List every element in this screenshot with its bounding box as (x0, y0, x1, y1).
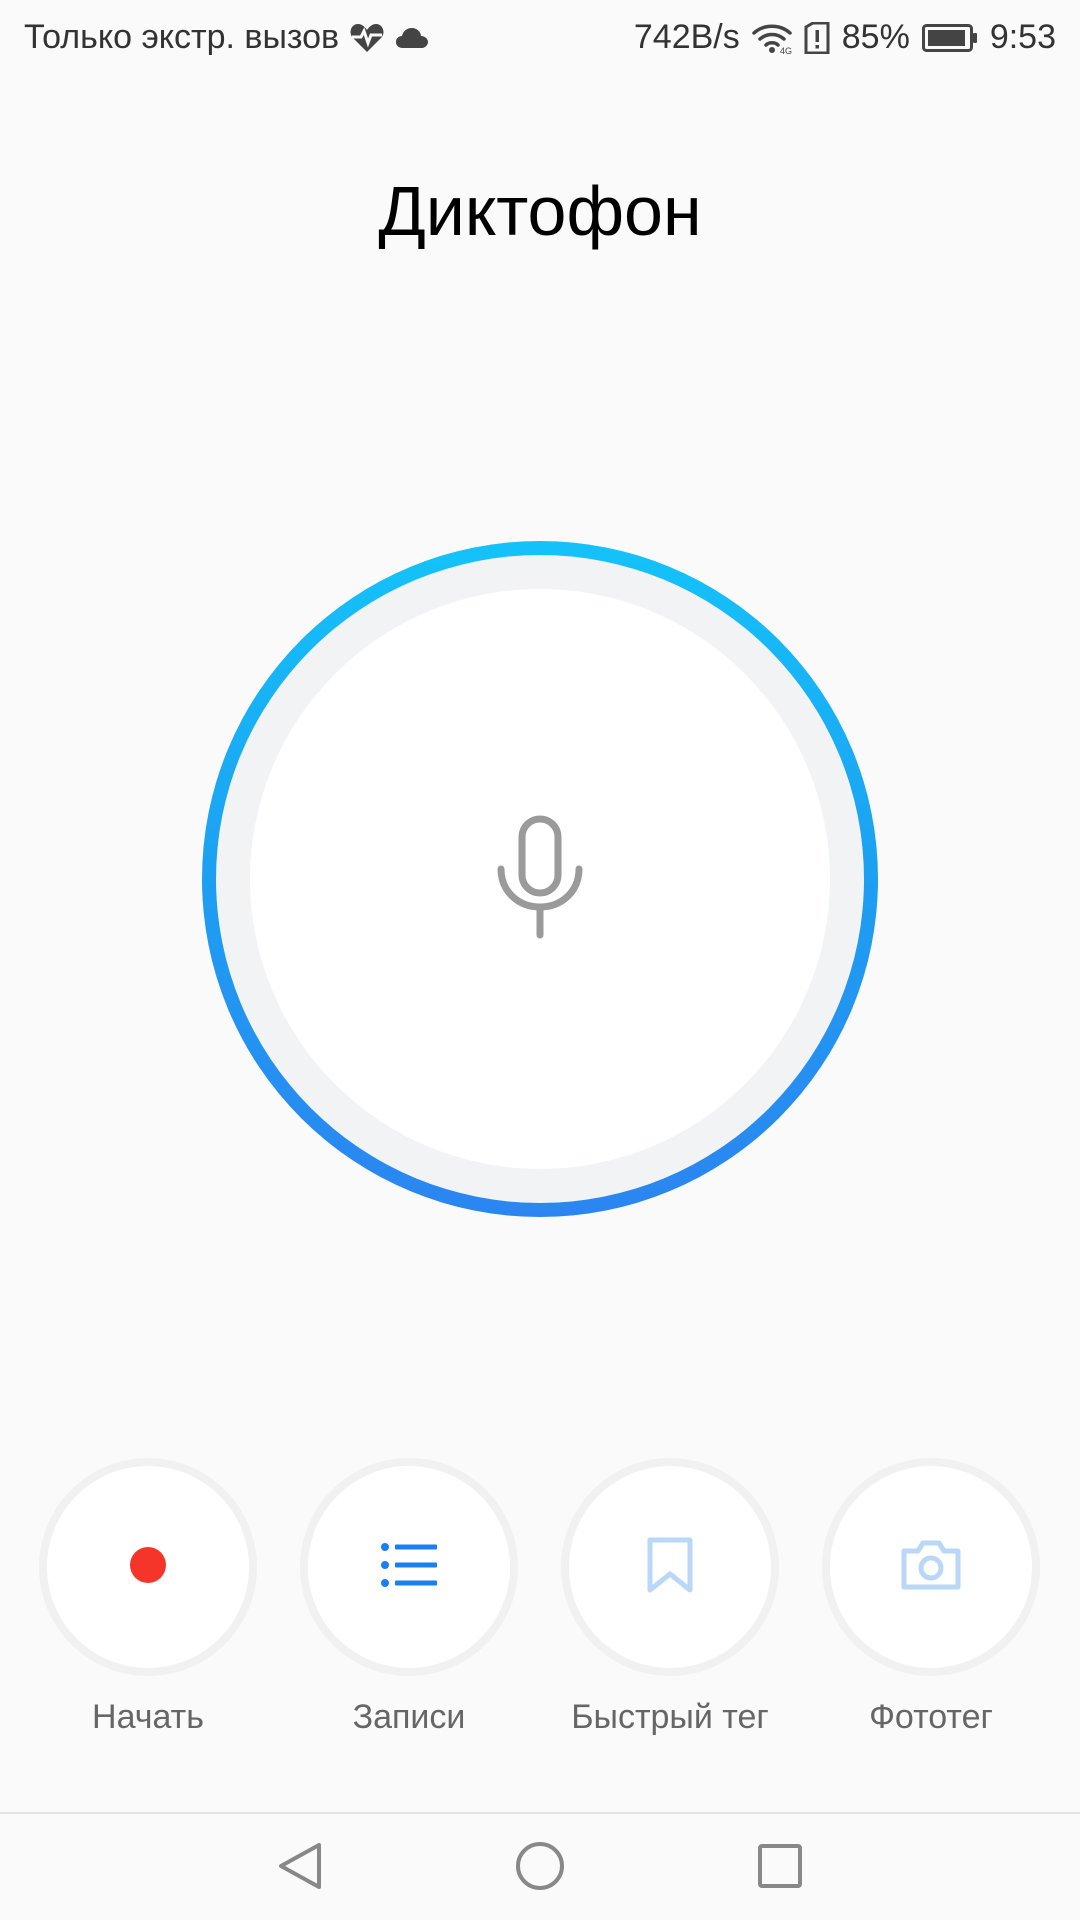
photo-tag-button-label: Фототег (869, 1698, 993, 1736)
svg-text:4G: 4G (780, 46, 792, 54)
status-left: Только экстр. вызов (24, 18, 429, 57)
nav-bar (0, 1814, 1080, 1920)
clock: 9:53 (989, 18, 1056, 56)
start-button-label: Начать (92, 1698, 204, 1736)
net-speed: 742B/s (633, 18, 740, 56)
recents-icon (757, 1843, 803, 1894)
record-visualizer[interactable] (202, 541, 878, 1217)
home-button[interactable] (510, 1838, 570, 1898)
visualizer-center (250, 589, 830, 1169)
carrier-text: Только экстр. вызов (24, 18, 340, 56)
cloud-icon (395, 26, 429, 50)
status-bar: Только экстр. вызов 742B/s 4G 85% 9:53 (0, 0, 1080, 76)
camera-icon (900, 1539, 962, 1596)
screen: Только экстр. вызов 742B/s 4G 85% 9:53 Д… (0, 0, 1080, 1920)
record-dot-icon (129, 1546, 167, 1589)
back-button[interactable] (270, 1838, 330, 1898)
action-bar: Начать Записи Быстрый тег Фототег (0, 1458, 1080, 1738)
visualizer-track (216, 555, 864, 1203)
recents-button[interactable] (750, 1838, 810, 1898)
wifi-icon: 4G (752, 22, 792, 54)
battery-icon (921, 23, 978, 52)
photo-tag-button-circle[interactable] (822, 1458, 1040, 1676)
start-button[interactable]: Начать (18, 1458, 278, 1738)
quick-tag-button-circle[interactable] (561, 1458, 779, 1676)
sim-alert-icon (804, 21, 830, 54)
list-icon (380, 1542, 438, 1593)
photo-tag-button[interactable]: Фототег (801, 1458, 1061, 1738)
bookmark-icon (646, 1536, 694, 1599)
recordings-button-circle[interactable] (300, 1458, 518, 1676)
page-title: Диктофон (378, 172, 702, 250)
quick-tag-button-label: Быстрый тег (571, 1698, 769, 1736)
recordings-button[interactable]: Записи (279, 1458, 539, 1738)
microphone-icon (494, 815, 586, 944)
heart-pulse-icon (349, 22, 385, 54)
recordings-button-label: Записи (352, 1698, 466, 1736)
quick-tag-button[interactable]: Быстрый тег (540, 1458, 800, 1738)
home-icon (515, 1841, 565, 1896)
battery-percent: 85% (841, 18, 910, 56)
status-right: 742B/s 4G 85% 9:53 (634, 18, 1056, 57)
back-icon (277, 1841, 323, 1896)
start-button-circle[interactable] (39, 1458, 257, 1676)
